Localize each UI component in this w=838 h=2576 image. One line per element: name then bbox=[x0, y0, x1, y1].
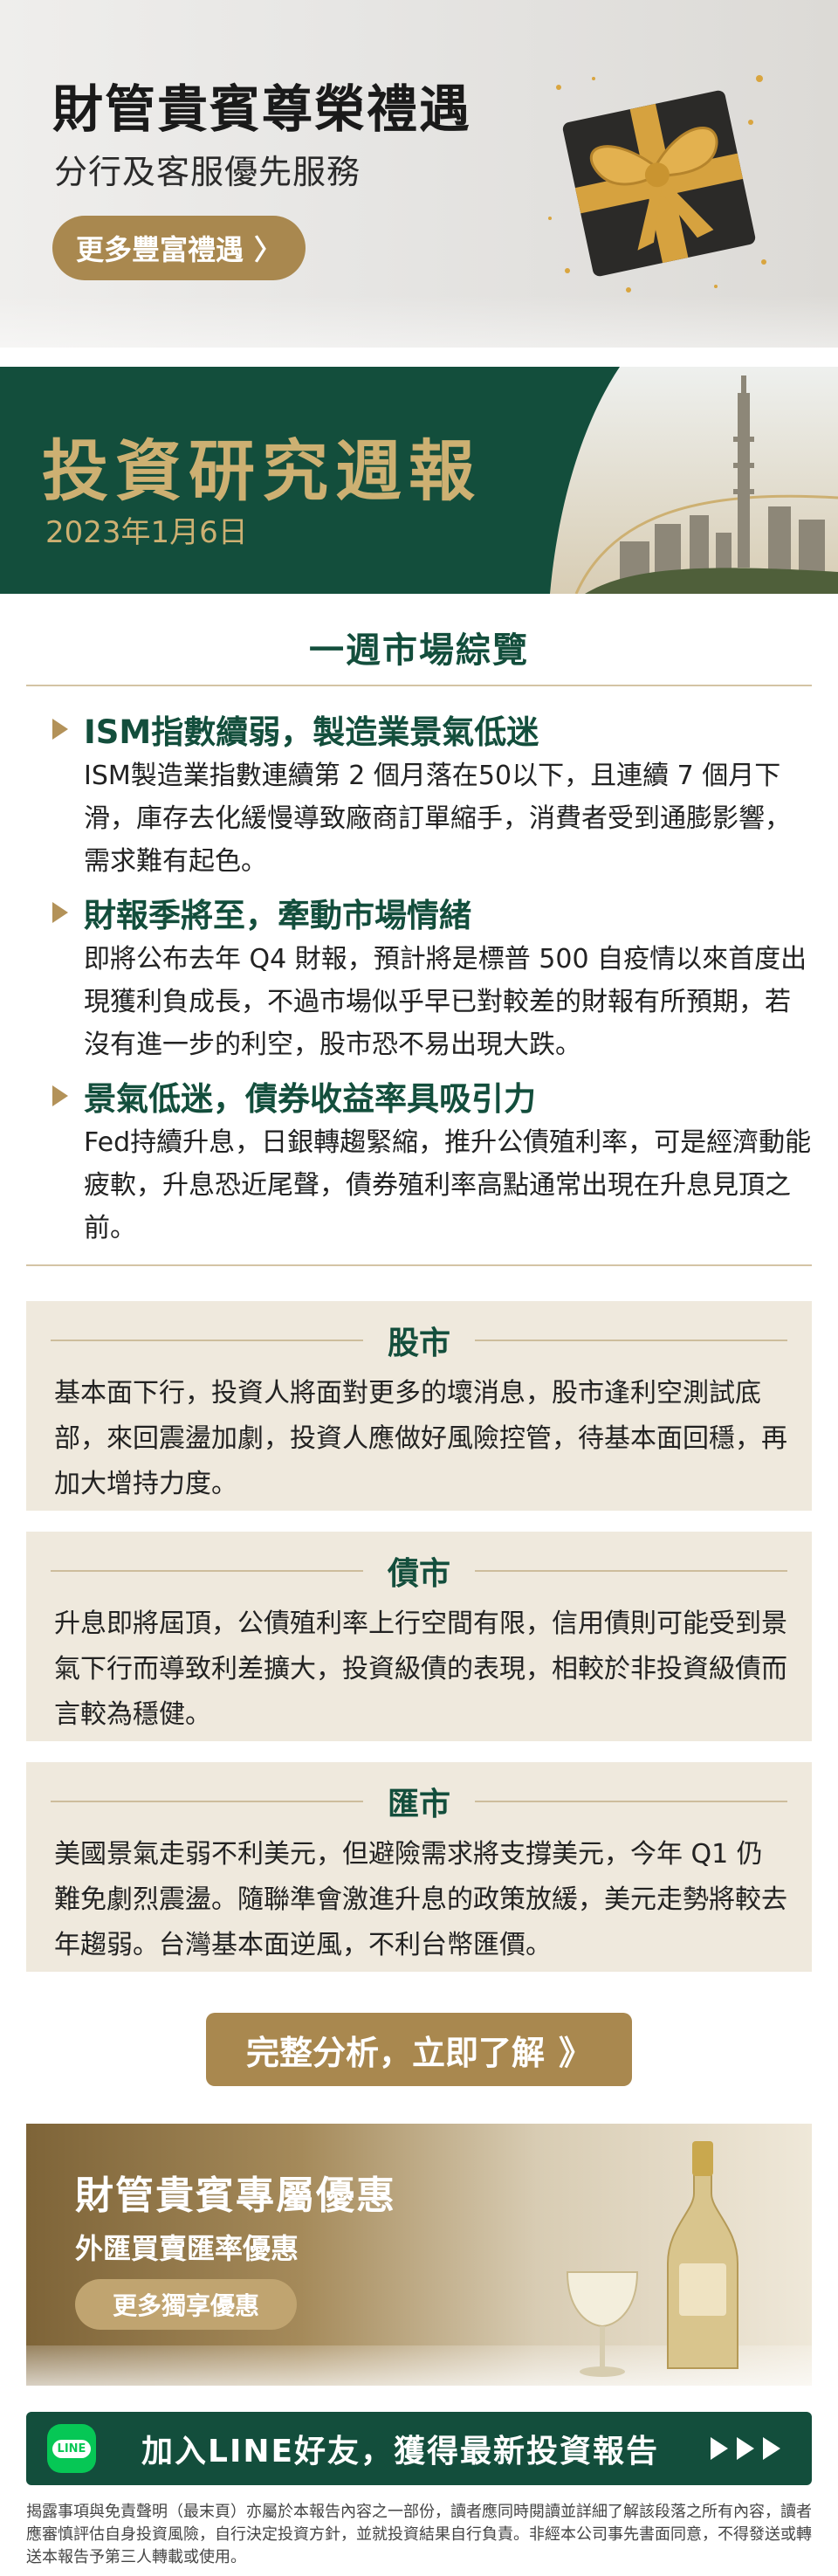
more-offers-button[interactable]: 更多獨享優惠 bbox=[75, 2279, 297, 2330]
report-title: 投資研究週報 bbox=[42, 432, 482, 510]
double-chevron-right-icon: 》 bbox=[559, 2033, 593, 2072]
banner-fade bbox=[0, 295, 838, 348]
point-title: 財報季將至，牽動市場情緒 bbox=[84, 897, 471, 934]
point-body: Fed持續升息，日銀轉趨緊縮，推升公債殖利率，可是經濟動能疲軟，升息恐近尾聲，債… bbox=[84, 1127, 812, 1243]
line-app-icon: LINE bbox=[47, 2424, 96, 2473]
section-body: 基本面下行，投資人將面對更多的壞消息，股市逢利空測試底部，來回震盪加劇，投資人應… bbox=[54, 1378, 787, 1499]
overview-point: 財報季將至，牽動市場情緒 即將公布去年 Q4 財報，預計將是標普 500 自疫情… bbox=[26, 889, 812, 1064]
point-header: 財報季將至，牽動市場情緒 bbox=[26, 889, 471, 936]
triangle-bullet-icon bbox=[52, 719, 68, 740]
triangle-bullet-icon bbox=[52, 902, 68, 923]
champagne-icon bbox=[566, 2141, 738, 2377]
vip-privilege-banner[interactable]: 財管貴賓尊榮禮遇 分行及客服優先服務 更多豐富禮遇 〉 bbox=[0, 0, 838, 348]
overview-heading: 一週市場綜覽 bbox=[309, 630, 529, 671]
report-date: 2023年1月6日 bbox=[45, 515, 248, 550]
point-header: ISM指數續弱，製造業景氣低迷 bbox=[26, 706, 539, 753]
section-title: 匯市 bbox=[388, 1787, 451, 1822]
more-privileges-button[interactable]: 更多豐富禮遇 〉 bbox=[52, 216, 306, 280]
stocks-section: 股市 基本面下行，投資人將面對更多的壞消息，股市逢利空測試底部，來回震盪加劇，投… bbox=[26, 1301, 812, 1511]
banner-subtitle: 分行及客服優先服務 bbox=[54, 153, 361, 191]
market-overview: 一週市場綜覽 ISM指數續弱，製造業景氣低迷 ISM製造業指數連續第 2 個月落… bbox=[26, 611, 812, 1268]
banner-title: 財管貴賓尊榮禮遇 bbox=[52, 79, 472, 139]
full-analysis-button[interactable]: 完整分析，立即了解 》 bbox=[206, 2013, 632, 2086]
divider-line bbox=[475, 1340, 788, 1341]
gift-box-icon bbox=[548, 75, 766, 293]
join-line-banner[interactable]: LINE 加入LINE好友，獲得最新投資報告 bbox=[26, 2412, 812, 2485]
triple-arrow-icon bbox=[711, 2437, 780, 2460]
bonds-section: 債市 升息即將屆頂，公債殖利率上行空間有限，信用債則可能受到景氣下行而導致利差擴… bbox=[26, 1532, 812, 1741]
point-body: ISM製造業指數連續第 2 個月落在50以下，且連續 7 個月下滑，庫存去化緩慢… bbox=[84, 761, 791, 877]
overview-point: 景氣低迷，債券收益率具吸引力 Fed持續升息，日銀轉趨緊縮，推升公債殖利率，可是… bbox=[26, 1072, 812, 1247]
point-header: 景氣低迷，債券收益率具吸引力 bbox=[26, 1072, 536, 1119]
city-skyline-image bbox=[550, 367, 838, 594]
section-header: 股市 bbox=[26, 1319, 812, 1362]
chevron-right-icon: 〉 bbox=[254, 233, 283, 266]
exclusive-offer-banner[interactable]: 財管貴賓專屬優惠 外匯買賣匯率優惠 更多獨享優惠 bbox=[26, 2124, 812, 2386]
divider-line bbox=[475, 1801, 788, 1802]
point-title: 景氣低迷，債券收益率具吸引力 bbox=[84, 1080, 536, 1118]
triangle-bullet-icon bbox=[52, 1085, 68, 1106]
full-analysis-label: 完整分析，立即了解 bbox=[245, 2033, 545, 2072]
section-title: 債市 bbox=[388, 1556, 451, 1592]
promo-title: 財管貴賓專屬優惠 bbox=[75, 2173, 396, 2218]
section-body: 升息即將屆頂，公債殖利率上行空間有限，信用債則可能受到景氣下行而導致利差擴大，投… bbox=[54, 1608, 787, 1730]
section-header: 匯市 bbox=[26, 1780, 812, 1823]
line-icon-text: LINE bbox=[52, 2439, 92, 2458]
divider-line bbox=[475, 1570, 788, 1572]
overview-bottom-divider bbox=[26, 1264, 812, 1266]
section-body: 美國景氣走弱不利美元，但避險需求將支撐美元，今年 Q1 仍難免劇烈震盪。隨聯準會… bbox=[54, 1839, 787, 1960]
overview-point: ISM指數續弱，製造業景氣低迷 ISM製造業指數連續第 2 個月落在50以下，且… bbox=[26, 706, 812, 880]
overview-top-divider bbox=[26, 685, 812, 686]
disclaimer-text: 揭露事項與免責聲明（最末頁）亦屬於本報告內容之一部份，讀者應同時閱讀並詳細了解該… bbox=[26, 2503, 812, 2566]
point-body: 即將公布去年 Q4 財報，預計將是標普 500 自疫情以來首度出現獲利負成長，不… bbox=[84, 944, 807, 1060]
section-title: 股市 bbox=[388, 1326, 451, 1361]
report-header: 投資研究週報 2023年1月6日 bbox=[0, 367, 838, 594]
more-privileges-label: 更多豐富禮遇 bbox=[75, 233, 244, 266]
promo-subtitle: 外匯買賣匯率優惠 bbox=[75, 2232, 299, 2265]
fx-section: 匯市 美國景氣走弱不利美元，但避險需求將支撐美元，今年 Q1 仍難免劇烈震盪。隨… bbox=[26, 1762, 812, 1972]
divider-line bbox=[51, 1801, 363, 1802]
join-line-label: 加入LINE好友，獲得最新投資報告 bbox=[141, 2434, 660, 2469]
divider-line bbox=[51, 1570, 363, 1572]
point-title: ISM指數續弱，製造業景氣低迷 bbox=[84, 713, 539, 751]
divider-line bbox=[51, 1340, 363, 1341]
section-header: 債市 bbox=[26, 1549, 812, 1593]
